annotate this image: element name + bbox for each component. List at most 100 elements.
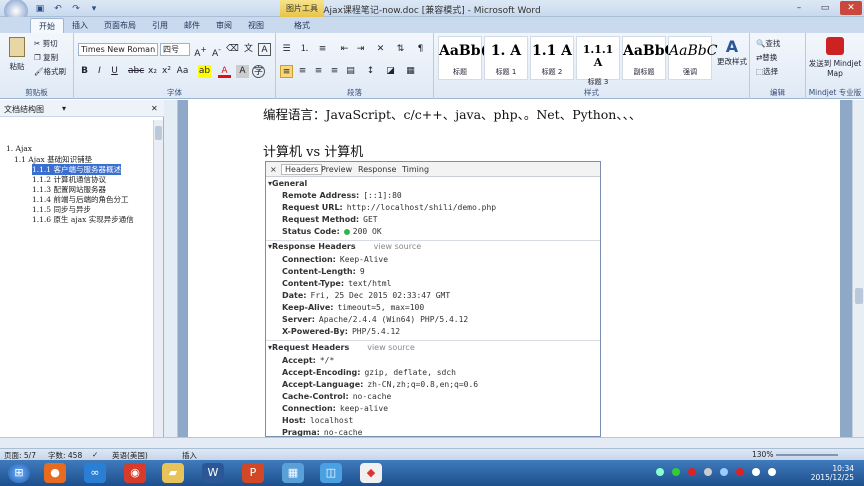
tray-icon[interactable] <box>688 468 696 476</box>
align-left-icon[interactable]: ≡ <box>280 65 293 78</box>
document-scroll-thumb[interactable] <box>855 288 863 304</box>
chrome-icon[interactable]: ◉ <box>124 463 146 483</box>
folder-icon[interactable]: ▰ <box>162 463 184 483</box>
increase-indent-icon[interactable]: ⇥ <box>354 43 367 56</box>
header-row: Accept-Language: zh-CN,zh;q=0.8,en;q=0.6 <box>282 380 478 389</box>
firefox-icon[interactable]: ● <box>44 463 66 483</box>
tree-item[interactable]: 1. Ajax <box>6 144 32 153</box>
borders-icon[interactable]: ▦ <box>404 65 417 78</box>
tab-format[interactable]: 格式 <box>286 18 318 33</box>
char-shading-icon[interactable]: A <box>236 65 249 78</box>
zoom-level[interactable]: 130% <box>752 450 773 459</box>
volume-icon[interactable] <box>768 468 776 476</box>
grow-font-icon[interactable]: A+ <box>194 43 207 59</box>
minimize-icon[interactable]: – <box>788 1 810 15</box>
cut-button[interactable]: ✂ 剪切 <box>34 38 58 49</box>
bold-icon[interactable]: B <box>78 65 91 78</box>
strikethrough-icon[interactable]: abc <box>128 65 144 78</box>
tray-icon[interactable] <box>704 468 712 476</box>
app-icon[interactable]: ∞ <box>84 463 106 483</box>
multilevel-list-icon[interactable]: ≡ <box>316 43 329 56</box>
select-button[interactable]: ⬚选择 <box>756 66 778 77</box>
clock[interactable]: 10:34 2015/12/25 <box>811 464 854 482</box>
line-spacing-icon[interactable]: ↕ <box>364 65 377 78</box>
tab-page-layout[interactable]: 页面布局 <box>96 18 144 33</box>
tab-references[interactable]: 引用 <box>144 18 176 33</box>
change-styles-button[interactable]: A 更改样式 <box>716 37 748 67</box>
font-size-combo[interactable]: 四号 <box>160 43 190 56</box>
start-icon[interactable]: ⊞ <box>8 463 30 483</box>
tab-mailings[interactable]: 邮件 <box>176 18 208 33</box>
styles-group-label: 样式 <box>584 88 599 97</box>
spellcheck-icon[interactable]: ✓ <box>92 450 98 459</box>
close-icon[interactable]: ✕ <box>151 104 158 113</box>
align-center-icon[interactable]: ≡ <box>296 65 309 78</box>
devtools-screenshot-image[interactable]: × Headers Preview Response Timing ▾Gener… <box>265 161 601 437</box>
highlight-icon[interactable]: ab <box>198 65 211 78</box>
close-icon[interactable]: ✕ <box>840 1 862 15</box>
style-heading2[interactable]: 1.1 A 标题 2 <box>530 36 574 80</box>
send-to-mindjet-button[interactable]: 发送到 Mindjet Map <box>808 37 862 78</box>
shrink-font-icon[interactable]: A- <box>210 43 223 59</box>
style-subtitle[interactable]: AaBbC 副标题 <box>622 36 676 80</box>
italic-icon[interactable]: I <box>93 65 106 78</box>
nav-scroll-thumb[interactable] <box>155 126 162 140</box>
styles-group: AaBb(标题 1. A 标题 1 1.1 A 标题 2 1.1.1 A 标题 3 A… <box>434 33 750 99</box>
tray-icon[interactable] <box>672 468 680 476</box>
align-right-icon[interactable]: ≡ <box>312 65 325 78</box>
copy-button[interactable]: ❐ 复制 <box>34 52 58 63</box>
change-case-icon[interactable]: Aa <box>176 65 189 78</box>
style-emphasis[interactable]: AaBbC 强调 <box>668 36 717 80</box>
word-icon[interactable]: W <box>202 463 224 483</box>
header-key: Status Code: <box>282 227 340 236</box>
tray-icon[interactable] <box>656 468 664 476</box>
format-painter-button[interactable]: 🖌格式刷 <box>34 66 66 77</box>
app-icon[interactable]: ▦ <box>282 463 304 483</box>
nav-scrollbar[interactable] <box>153 120 163 437</box>
justify-icon[interactable]: ≡ <box>328 65 341 78</box>
network-icon[interactable] <box>752 468 760 476</box>
paste-button[interactable]: 粘贴 <box>6 37 28 72</box>
phonetic-guide-icon[interactable]: 文 <box>242 43 255 56</box>
distributed-icon[interactable]: ▤ <box>344 65 357 78</box>
powerpoint-icon[interactable]: P <box>242 463 264 483</box>
superscript-icon[interactable]: x² <box>160 65 173 78</box>
enclose-char-icon[interactable]: 字 <box>252 65 265 78</box>
sort-icon[interactable]: ⇅ <box>394 43 407 56</box>
shading-icon[interactable]: ◪ <box>384 65 397 78</box>
doc-line-languages[interactable]: 编程语言：JavaScript、c/c++、java、php、。Net、Pyth… <box>263 104 641 123</box>
tab-review[interactable]: 审阅 <box>208 18 240 33</box>
decrease-indent-icon[interactable]: ⇤ <box>338 43 351 56</box>
font-color-icon[interactable]: A <box>218 65 231 78</box>
find-button[interactable]: 🔍查找 <box>756 38 780 49</box>
style-title[interactable]: AaBb(标题 <box>438 36 487 80</box>
chevron-down-icon[interactable]: ▾ <box>62 104 66 113</box>
app-icon[interactable]: ◆ <box>360 463 382 483</box>
doc-line-computers[interactable]: 计算机 vs 计算机 <box>263 141 363 160</box>
zoom-slider[interactable] <box>776 454 838 456</box>
general-title: General <box>272 179 308 188</box>
tab-view[interactable]: 视图 <box>240 18 272 33</box>
horizontal-scrollbar[interactable] <box>0 437 864 448</box>
tray-icon[interactable] <box>720 468 728 476</box>
subscript-icon[interactable]: x₂ <box>146 65 159 78</box>
tab-home[interactable]: 开始 <box>30 18 64 33</box>
numbering-icon[interactable]: ⒈ <box>298 43 311 56</box>
app-icon[interactable]: ◫ <box>320 463 342 483</box>
tab-insert[interactable]: 插入 <box>64 18 96 33</box>
replace-button[interactable]: ⇄替换 <box>756 52 777 63</box>
font-name-combo[interactable]: Times New Roman <box>78 43 158 56</box>
style-heading3[interactable]: 1.1.1 A 标题 3 <box>576 36 620 86</box>
clear-format-icon[interactable]: ⌫ <box>226 43 239 56</box>
chinese-layout-icon[interactable]: ✕ <box>374 43 387 56</box>
maximize-icon[interactable]: ▭ <box>814 1 836 15</box>
tray-icon[interactable] <box>736 468 744 476</box>
document-scrollbar[interactable] <box>852 100 864 437</box>
bullets-icon[interactable]: ☰ <box>280 43 293 56</box>
show-marks-icon[interactable]: ¶ <box>414 43 427 56</box>
status-bar: 页面: 5/7 字数: 458 ✓ 英语(美国) 插入 130% <box>0 448 864 460</box>
underline-icon[interactable]: U <box>108 65 121 78</box>
style-heading1[interactable]: 1. A 标题 1 <box>484 36 528 80</box>
char-border-icon[interactable]: A <box>258 43 271 56</box>
tree-item[interactable]: 1.1.6 原生 ajax 实现异步通信 <box>32 214 134 225</box>
